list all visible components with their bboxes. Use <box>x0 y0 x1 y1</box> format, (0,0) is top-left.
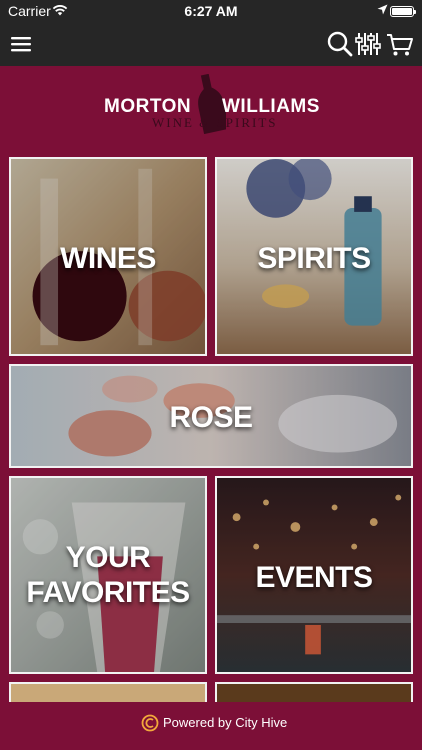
location-arrow-icon <box>377 4 388 15</box>
tile-events[interactable]: EVENTS <box>215 476 413 674</box>
tile-label-line2: FAVORITES <box>26 576 190 610</box>
city-hive-logo-icon <box>141 714 159 732</box>
status-bar: Carrier 6:27 AM <box>0 0 422 22</box>
top-nav-bar <box>0 22 422 66</box>
tile-label-your-favorites: YOUR FAVORITES <box>11 540 205 611</box>
filter-sliders-icon[interactable] <box>352 28 384 60</box>
menu-icon[interactable] <box>6 28 38 60</box>
tile-label-rose: ROSE <box>169 401 253 434</box>
store-logo: MORTON WILLIAMS WINE & SPIRITS <box>0 68 422 138</box>
tile-label-line1: YOUR <box>65 541 151 574</box>
tile-label-wines: WINES <box>60 242 156 275</box>
tile-your-favorites[interactable]: YOUR FAVORITES <box>9 476 207 674</box>
powered-by-footer: Powered by City Hive <box>0 702 422 750</box>
tile-wines[interactable]: WINES <box>9 157 207 356</box>
tile-rose[interactable]: ROSE <box>9 364 413 468</box>
clock: 6:27 AM <box>184 3 238 19</box>
powered-by-text: Powered by City Hive <box>163 715 288 730</box>
battery-icon <box>390 6 416 17</box>
logo-subtitle: WINE & SPIRITS <box>152 115 278 130</box>
cart-icon[interactable] <box>384 28 416 60</box>
tile-label-spirits: SPIRITS <box>257 242 371 275</box>
tile-label-events: EVENTS <box>255 561 373 594</box>
tile-spirits[interactable]: SPIRITS <box>215 157 413 356</box>
